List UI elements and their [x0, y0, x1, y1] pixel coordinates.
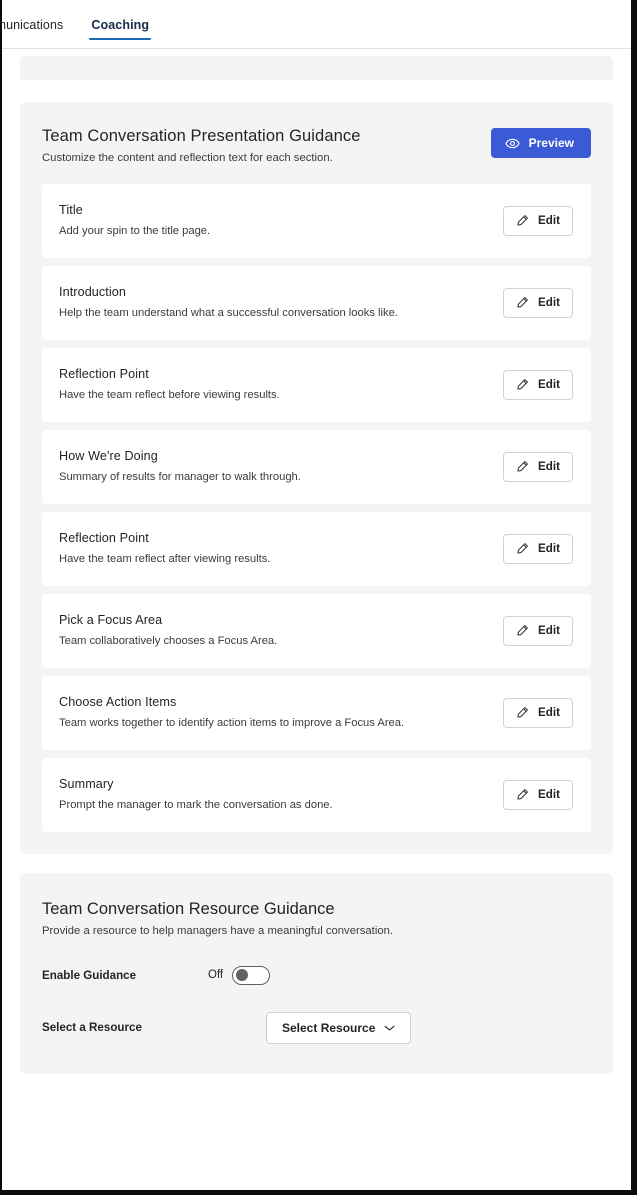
edit-button[interactable]: Edit	[503, 205, 573, 236]
enable-guidance-label: Enable Guidance	[42, 968, 137, 982]
page-subtitle: Customize the content and reflection tex…	[42, 151, 333, 164]
edit-button[interactable]: Edit	[503, 533, 573, 564]
section-text: Choose Action Items Team works together …	[59, 694, 451, 731]
chevron-down-icon	[384, 1024, 395, 1032]
edit-button[interactable]: Edit	[503, 779, 573, 810]
section-title: Reflection Point	[59, 531, 149, 546]
section-list: Title Add your spin to the title page. E…	[42, 183, 591, 832]
section-description: Team collaboratively chooses a Focus Are…	[59, 635, 278, 648]
section-title: Summary	[59, 777, 114, 792]
section-description: Prompt the manager to mark the conversat…	[59, 799, 333, 812]
table-row: Choose Action Items Team works together …	[42, 675, 591, 750]
resource-guidance-subtitle: Provide a resource to help managers have…	[42, 924, 394, 937]
pencil-icon	[516, 214, 529, 227]
enable-guidance-control: Off	[208, 965, 271, 985]
section-description: Have the team reflect before viewing res…	[59, 389, 280, 402]
edit-button[interactable]: Edit	[503, 451, 573, 482]
previous-panel-stub	[20, 56, 613, 80]
edit-button[interactable]: Edit	[503, 287, 573, 318]
section-text: Reflection Point Have the team reflect a…	[59, 530, 451, 567]
select-resource-value: Select Resource	[282, 1020, 376, 1035]
table-row: Title Add your spin to the title page. E…	[42, 183, 591, 258]
pencil-icon	[516, 542, 529, 555]
section-description: Help the team understand what a successf…	[59, 307, 398, 320]
pencil-icon	[516, 296, 529, 309]
section-title: Choose Action Items	[59, 695, 177, 710]
edit-button-label: Edit	[538, 624, 560, 638]
edit-button-label: Edit	[538, 378, 560, 392]
pencil-icon	[516, 706, 529, 719]
toggle-state-label: Off	[208, 969, 224, 982]
pencil-icon	[516, 460, 529, 473]
edit-button-label: Edit	[538, 788, 560, 802]
resource-guidance-title: Team Conversation Resource Guidance	[42, 899, 335, 918]
window-frame: ommunications Coaching Team Conversation…	[0, 0, 637, 1195]
page-title: Team Conversation Presentation Guidance	[42, 127, 361, 145]
tab-active-underline	[89, 38, 152, 40]
section-text: Pick a Focus Area Team collaboratively c…	[59, 612, 451, 649]
toggle-knob	[236, 969, 249, 982]
tab-communications[interactable]: ommunications	[2, 0, 77, 49]
preview-button-label: Preview	[528, 136, 574, 150]
select-resource-label: Select a Resource	[42, 1021, 142, 1035]
section-title: Pick a Focus Area	[59, 613, 163, 628]
pencil-icon	[516, 624, 529, 637]
section-description: Summary of results for manager to walk t…	[59, 471, 301, 484]
edit-button-label: Edit	[538, 214, 560, 228]
tab-coaching[interactable]: Coaching	[77, 0, 163, 49]
section-text: How We're Doing Summary of results for m…	[59, 448, 451, 485]
section-text: Title Add your spin to the title page.	[59, 202, 451, 239]
section-title: Title	[59, 203, 83, 218]
section-text: Reflection Point Have the team reflect b…	[59, 366, 451, 403]
resource-guidance-panel: Team Conversation Resource Guidance Prov…	[20, 872, 613, 1074]
table-row: Reflection Point Have the team reflect a…	[42, 511, 591, 586]
section-description: Add your spin to the title page.	[59, 225, 211, 238]
select-resource-dropdown[interactable]: Select Resource	[266, 1011, 412, 1044]
eye-icon	[504, 138, 520, 149]
enable-guidance-row: Enable Guidance Off	[42, 965, 591, 985]
tab-communications-label: ommunications	[2, 17, 64, 32]
section-text: Summary Prompt the manager to mark the c…	[59, 776, 451, 813]
section-text: Introduction Help the team understand wh…	[59, 284, 451, 321]
edit-button-label: Edit	[538, 460, 560, 474]
enable-guidance-toggle[interactable]	[232, 965, 271, 985]
table-row: Summary Prompt the manager to mark the c…	[42, 757, 591, 832]
pencil-icon	[516, 788, 529, 801]
presentation-guidance-header: Team Conversation Presentation Guidance …	[42, 126, 591, 166]
section-description: Have the team reflect after viewing resu…	[59, 553, 271, 566]
page-content: Team Conversation Presentation Guidance …	[2, 56, 631, 1074]
section-title: How We're Doing	[59, 449, 158, 464]
table-row: Pick a Focus Area Team collaboratively c…	[42, 593, 591, 668]
table-row: How We're Doing Summary of results for m…	[42, 429, 591, 504]
presentation-guidance-heading-block: Team Conversation Presentation Guidance …	[42, 126, 361, 166]
section-title: Reflection Point	[59, 367, 149, 382]
edit-button-label: Edit	[538, 542, 560, 556]
tab-bar: ommunications Coaching	[2, 0, 631, 49]
table-row: Reflection Point Have the team reflect b…	[42, 347, 591, 422]
edit-button-label: Edit	[538, 706, 560, 720]
section-title: Introduction	[59, 285, 127, 300]
pencil-icon	[516, 378, 529, 391]
presentation-guidance-panel: Team Conversation Presentation Guidance …	[20, 102, 613, 854]
edit-button-label: Edit	[538, 296, 560, 310]
table-row: Introduction Help the team understand wh…	[42, 265, 591, 340]
section-description: Team works together to identify action i…	[59, 717, 405, 730]
edit-button[interactable]: Edit	[503, 369, 573, 400]
app-viewport: ommunications Coaching Team Conversation…	[2, 0, 631, 1190]
preview-button[interactable]: Preview	[490, 128, 591, 158]
edit-button[interactable]: Edit	[503, 697, 573, 728]
select-resource-row: Select a Resource Select Resource	[42, 1011, 591, 1044]
edit-button[interactable]: Edit	[503, 615, 573, 646]
tab-coaching-label: Coaching	[91, 17, 150, 32]
